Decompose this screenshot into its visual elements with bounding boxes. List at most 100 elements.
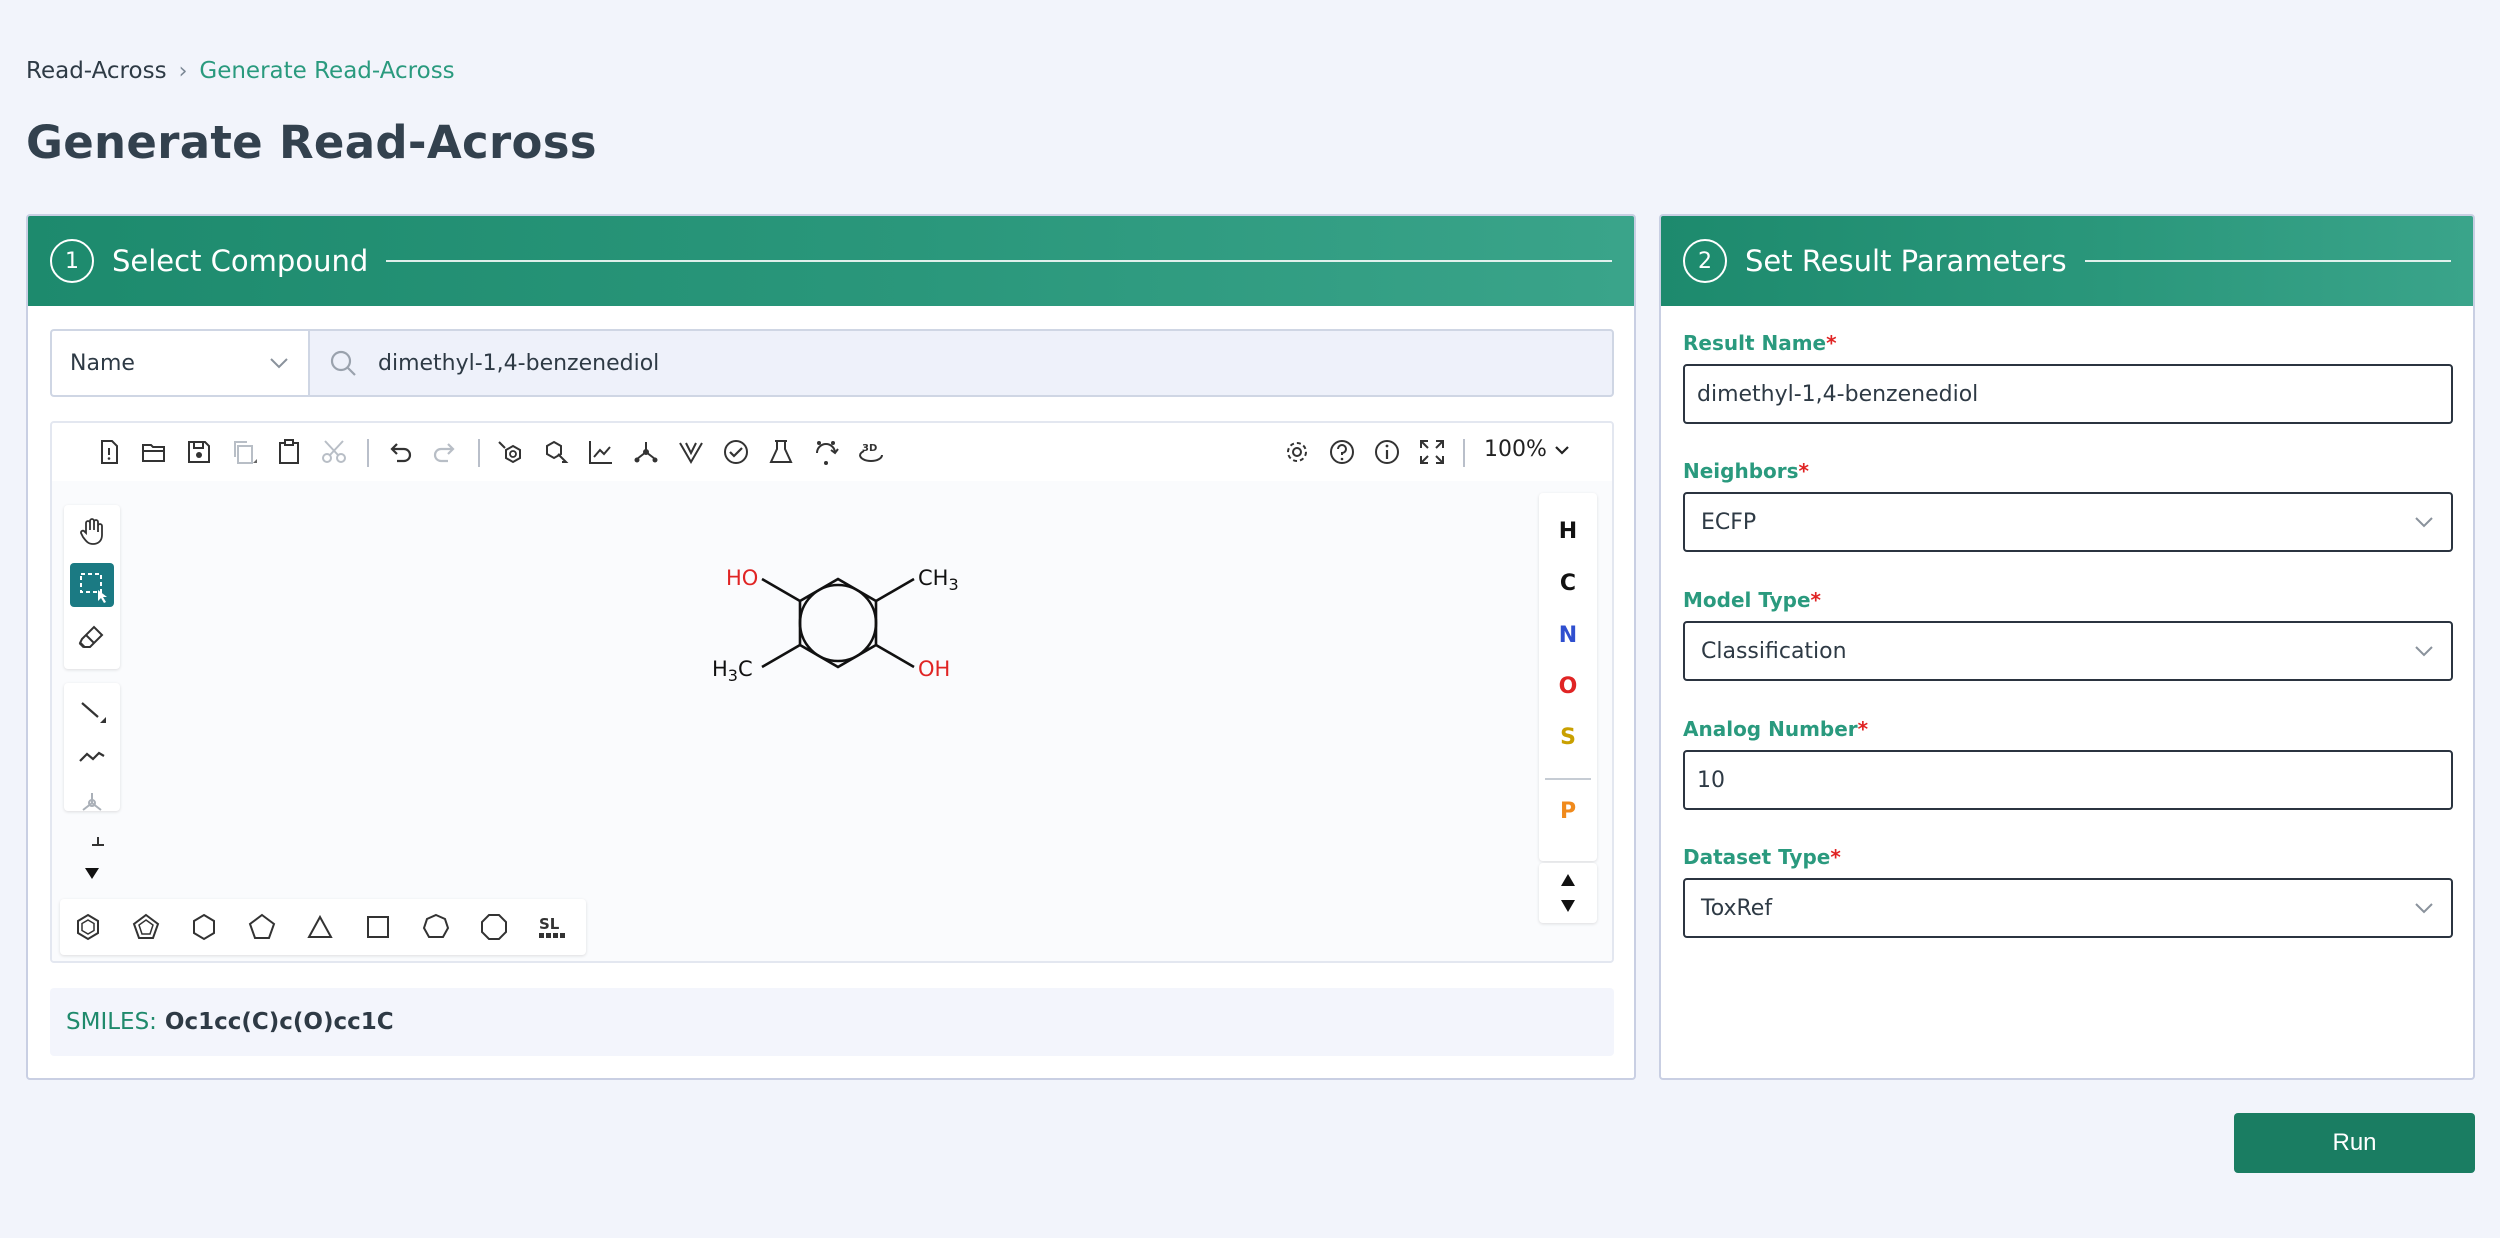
result-parameters-header: 2 Set Result Parameters	[1661, 216, 2473, 306]
cyclopentane-template-icon[interactable]	[246, 911, 278, 943]
compound-search-input[interactable]: dimethyl-1,4-benzenediol	[308, 329, 1614, 397]
analog-number-value: 10	[1697, 767, 1725, 793]
header-divider	[386, 260, 1612, 262]
select-compound-header: 1 Select Compound	[28, 216, 1634, 306]
fullscreen-icon[interactable]	[1417, 437, 1447, 467]
breadcrumb-current: Generate Read-Across	[199, 58, 455, 84]
select-compound-panel: 1 Select Compound Name dimethyl-1,4-benz…	[26, 214, 1636, 1080]
copy-icon[interactable]	[229, 437, 259, 467]
oh-label: OH	[918, 657, 950, 681]
select-tool[interactable]	[70, 563, 114, 607]
chevron-down-icon	[2415, 517, 2433, 528]
search-type-value: Name	[70, 350, 135, 376]
atom-palette: H C N O S P	[1539, 493, 1597, 861]
single-bond-icon[interactable]	[76, 695, 108, 727]
eraser-icon[interactable]	[76, 619, 108, 651]
stereo-icon[interactable]	[676, 437, 706, 467]
settings-icon[interactable]	[1282, 437, 1312, 467]
step-number: 2	[1683, 239, 1727, 283]
h3c-label: H3C	[712, 657, 753, 685]
chain-icon[interactable]	[76, 741, 108, 773]
neighbors-value: ECFP	[1701, 509, 1757, 535]
editor-toolbar: 3D 100%	[52, 423, 1612, 481]
search-type-select[interactable]: Name	[50, 329, 308, 397]
left-toolbar	[64, 505, 120, 669]
scroll-down-icon[interactable]	[82, 863, 102, 883]
undo-icon[interactable]	[385, 437, 415, 467]
clean-icon[interactable]	[541, 437, 571, 467]
smiles-value: Oc1cc(C)c(O)cc1C	[164, 1009, 394, 1035]
cyclopentadiene-template-icon[interactable]	[130, 911, 162, 943]
cyclooctane-template-icon[interactable]	[478, 911, 510, 943]
breadcrumb-separator: ›	[178, 58, 188, 84]
select-rectangle-icon	[80, 573, 107, 603]
breadcrumb: Read-Across › Generate Read-Across	[26, 58, 455, 84]
panel-title: Select Compound	[112, 244, 369, 278]
cyclohexane-template-icon[interactable]	[188, 911, 220, 943]
cyclopropane-template-icon[interactable]	[304, 911, 336, 943]
layout-icon[interactable]	[496, 437, 526, 467]
panel-title: Set Result Parameters	[1745, 244, 2067, 278]
arom-icon[interactable]	[586, 437, 616, 467]
compound-search-value: dimethyl-1,4-benzenediol	[378, 350, 660, 376]
svg-text:SL: SL	[539, 915, 560, 933]
open-folder-icon[interactable]	[139, 437, 169, 467]
result-name-input[interactable]: dimethyl-1,4-benzenediol	[1683, 364, 2453, 424]
smiles-label: SMILES:	[66, 1009, 157, 1035]
dataset-type-select[interactable]: ToxRef	[1683, 878, 2453, 938]
paste-icon[interactable]	[274, 437, 304, 467]
bond-toolbar	[64, 683, 120, 811]
breadcrumb-root-link[interactable]: Read-Across	[26, 58, 167, 84]
check-icon[interactable]	[721, 437, 751, 467]
model-type-value: Classification	[1701, 638, 1847, 664]
toolbar-separator	[1463, 439, 1465, 467]
dearom-icon[interactable]	[631, 437, 661, 467]
zoom-select[interactable]: 100%	[1484, 437, 1571, 462]
toolbar-separator	[367, 439, 369, 467]
redo-icon[interactable]	[430, 437, 460, 467]
result-name-value: dimethyl-1,4-benzenediol	[1697, 381, 1979, 407]
cyclobutane-template-icon[interactable]	[362, 911, 394, 943]
calculate-icon[interactable]	[766, 437, 796, 467]
analog-number-input[interactable]: 10	[1683, 750, 2453, 810]
chevron-down-icon	[270, 358, 288, 369]
compound-search-row: Name dimethyl-1,4-benzenediol	[50, 329, 1614, 397]
3d-view-icon[interactable]: 3D	[856, 437, 886, 467]
result-name-label: Result Name*	[1683, 331, 1837, 355]
scroll-down-icon[interactable]	[1559, 897, 1577, 915]
model-type-select[interactable]: Classification	[1683, 621, 2453, 681]
rgroup-icon[interactable]	[76, 787, 108, 811]
drawing-canvas[interactable]: SL H C N O S P HO CH3 OH H3C	[52, 481, 1612, 961]
page-title: Generate Read-Across	[26, 116, 597, 169]
atom-h-button[interactable]: H	[1539, 519, 1597, 544]
benzene-template-icon[interactable]	[72, 911, 104, 943]
ch3-label: CH3	[918, 566, 959, 594]
dataset-type-value: ToxRef	[1701, 895, 1773, 921]
atom-o-button[interactable]: O	[1539, 674, 1597, 699]
structure-editor: 3D 100% SL H C N O S P HO CH3 OH H3C	[50, 421, 1614, 963]
atom-s-button[interactable]: S	[1539, 725, 1597, 750]
chevron-down-icon	[2415, 903, 2433, 914]
template-toolbar: SL	[60, 899, 586, 955]
atom-c-button[interactable]: C	[1539, 571, 1597, 596]
neighbors-select[interactable]: ECFP	[1683, 492, 2453, 552]
save-icon[interactable]	[184, 437, 214, 467]
cycloheptane-template-icon[interactable]	[420, 911, 452, 943]
smiles-display: SMILES: Oc1cc(C)c(O)cc1C	[50, 988, 1614, 1056]
step-number: 1	[50, 239, 94, 283]
cut-icon[interactable]	[319, 437, 349, 467]
miew-icon[interactable]	[811, 437, 841, 467]
structure-library-icon[interactable]: SL	[536, 911, 568, 943]
new-file-icon[interactable]	[94, 437, 124, 467]
hand-icon[interactable]	[76, 515, 108, 547]
atom-n-button[interactable]: N	[1539, 623, 1597, 648]
scroll-up-icon[interactable]	[1559, 871, 1577, 889]
search-icon	[330, 350, 356, 376]
analog-number-label: Analog Number*	[1683, 717, 1869, 741]
atom-p-button[interactable]: P	[1539, 799, 1597, 824]
ho-label: HO	[726, 566, 758, 590]
info-icon[interactable]	[1372, 437, 1402, 467]
help-icon[interactable]	[1327, 437, 1357, 467]
run-button[interactable]: Run	[2234, 1113, 2475, 1173]
charge-plus-icon[interactable]	[88, 833, 108, 853]
